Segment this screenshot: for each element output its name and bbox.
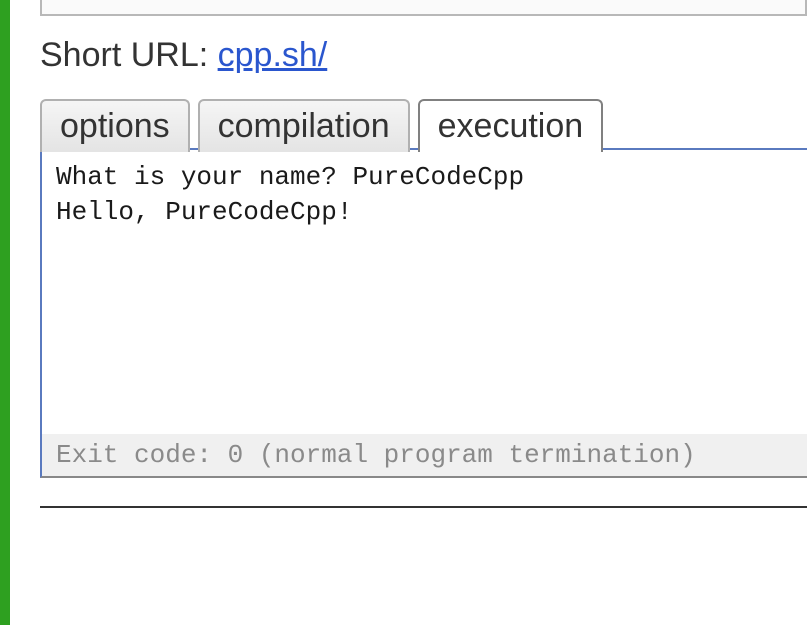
short-url-link[interactable]: cpp.sh/ bbox=[218, 36, 328, 74]
short-url-row: Short URL: cpp.sh/ bbox=[40, 36, 807, 75]
top-input-box bbox=[40, 0, 807, 16]
tab-compilation[interactable]: compilation bbox=[198, 99, 410, 152]
tabs-row: options compilation execution bbox=[40, 97, 807, 150]
program-output: What is your name? PureCodeCpp Hello, Pu… bbox=[42, 150, 807, 434]
tab-options[interactable]: options bbox=[40, 99, 190, 152]
short-url-label: Short URL: bbox=[40, 36, 218, 74]
tab-execution[interactable]: execution bbox=[418, 99, 604, 152]
output-panel: What is your name? PureCodeCpp Hello, Pu… bbox=[40, 148, 807, 478]
bottom-divider bbox=[40, 506, 807, 508]
exit-code-row: Exit code: 0 (normal program termination… bbox=[42, 434, 807, 476]
